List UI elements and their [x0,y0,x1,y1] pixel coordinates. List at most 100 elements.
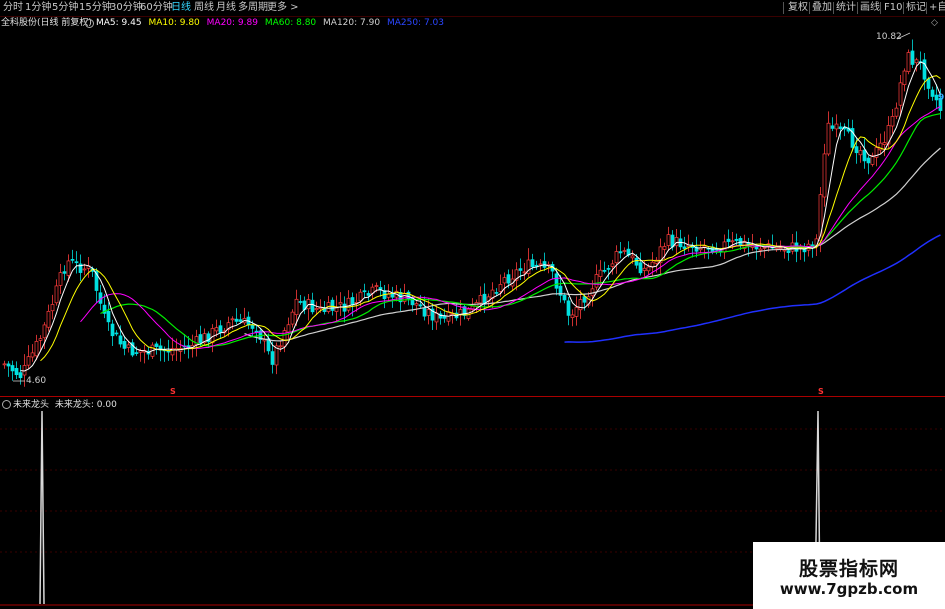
period-tab-60min[interactable]: 60分钟 [140,1,173,14]
period-tab-monthly[interactable]: 月线 [216,1,236,14]
candle-body [666,234,671,246]
period-tab-1min[interactable]: 1分钟 [25,1,51,14]
watermark-title: 股票指标网 [798,558,899,580]
candle-body [622,250,627,252]
candle-body [34,341,39,357]
event-marker[interactable]: S [818,387,824,396]
custom-add-button[interactable]: +自 [929,1,945,14]
candle-body [650,261,655,267]
candle-body [858,150,863,156]
candle-body [414,303,419,306]
candle-body [294,298,299,316]
candle-body [358,291,363,302]
candle-body [82,268,87,271]
candle-body [530,259,535,268]
candle-body [646,266,651,272]
watermark-url: www.7gpzb.com [779,580,919,598]
period-tab-15min[interactable]: 15分钟 [79,1,112,14]
candle-body [630,255,635,259]
period-tab-daily[interactable]: 日线 [171,1,191,14]
high-price-label: 10.82 [876,32,902,42]
candle-body [122,340,127,349]
candle-body [14,368,19,376]
period-tab-multi[interactable]: 多周期 [238,1,268,14]
period-tab-more[interactable]: 更多 > [267,1,299,14]
candle-body [618,251,623,254]
ma5-line [20,61,941,372]
candle-body [110,323,115,337]
f10-button[interactable]: F10 [884,1,902,14]
candle-body [882,142,887,145]
candle-body [46,310,51,328]
candle-body [634,257,639,266]
candle-body [126,344,131,348]
candle-body [598,269,603,277]
candle-body [290,311,295,325]
candle-body [734,238,739,241]
fuquan-button[interactable]: 复权 [788,1,808,14]
candle-body [426,309,431,316]
candle-body [230,318,235,321]
candle-body [118,335,123,345]
candle-body [234,318,239,322]
candle-body [566,300,571,316]
mark-button[interactable]: 标记 [906,1,926,14]
candle-body [30,352,35,358]
candle-body [50,304,55,312]
candle-body [278,345,283,348]
candle-body [434,312,439,323]
candle-body [478,295,483,304]
stats-button[interactable]: 统计 [836,1,856,14]
candle-body [926,78,931,89]
ma60-line [100,113,941,347]
candle-body [894,107,899,117]
candle-body [522,271,527,274]
candle-body [914,59,919,64]
candle-body [726,238,731,242]
candle-body [134,352,139,354]
candle-body [66,260,71,276]
candle-body [310,299,315,313]
candle-body [298,301,303,303]
overlay-button[interactable]: 叠加 [812,1,832,14]
candle-body [390,293,395,298]
candle-body [594,274,599,288]
candle-body [502,277,507,284]
event-marker[interactable]: S [170,387,176,396]
candle-body [822,153,827,198]
candle-body [346,297,351,311]
candle-body [610,263,615,267]
candle-body [762,247,767,249]
low-price-label: 4.60 [26,376,47,386]
toolbar-separator [903,2,904,14]
candle-body [778,247,783,250]
candle-body [74,261,79,264]
candle-body [570,314,575,318]
period-tab-5min[interactable]: 5分钟 [52,1,78,14]
period-tab-30min[interactable]: 30分钟 [110,1,143,14]
candle-body [910,50,915,65]
candle-body [366,293,371,296]
candle-body [662,246,667,250]
candle-body [498,284,503,292]
candle-body [418,304,423,307]
candles-group [2,39,943,387]
draw-line-button[interactable]: 画线 [860,1,880,14]
candle-body [582,296,587,303]
candle-body [42,324,47,339]
period-tab-weekly[interactable]: 周线 [194,1,214,14]
candle-body [270,351,275,365]
toolbar-separator [833,2,834,14]
period-tab-fenshi[interactable]: 分时 [3,1,23,14]
candle-body [238,319,243,322]
toolbar-separator [926,2,927,14]
candle-body [826,122,831,155]
candle-body [554,273,559,289]
candle-body [578,299,583,311]
candle-body [338,302,343,305]
candle-body [2,363,7,366]
candle-body [534,264,539,267]
period-toolbar: 分时 1分钟 5分钟 15分钟 30分钟 60分钟 日线 周线 月线 多周期 更… [0,0,945,17]
candlestick-chart[interactable] [0,16,945,396]
candle-body [614,251,619,264]
